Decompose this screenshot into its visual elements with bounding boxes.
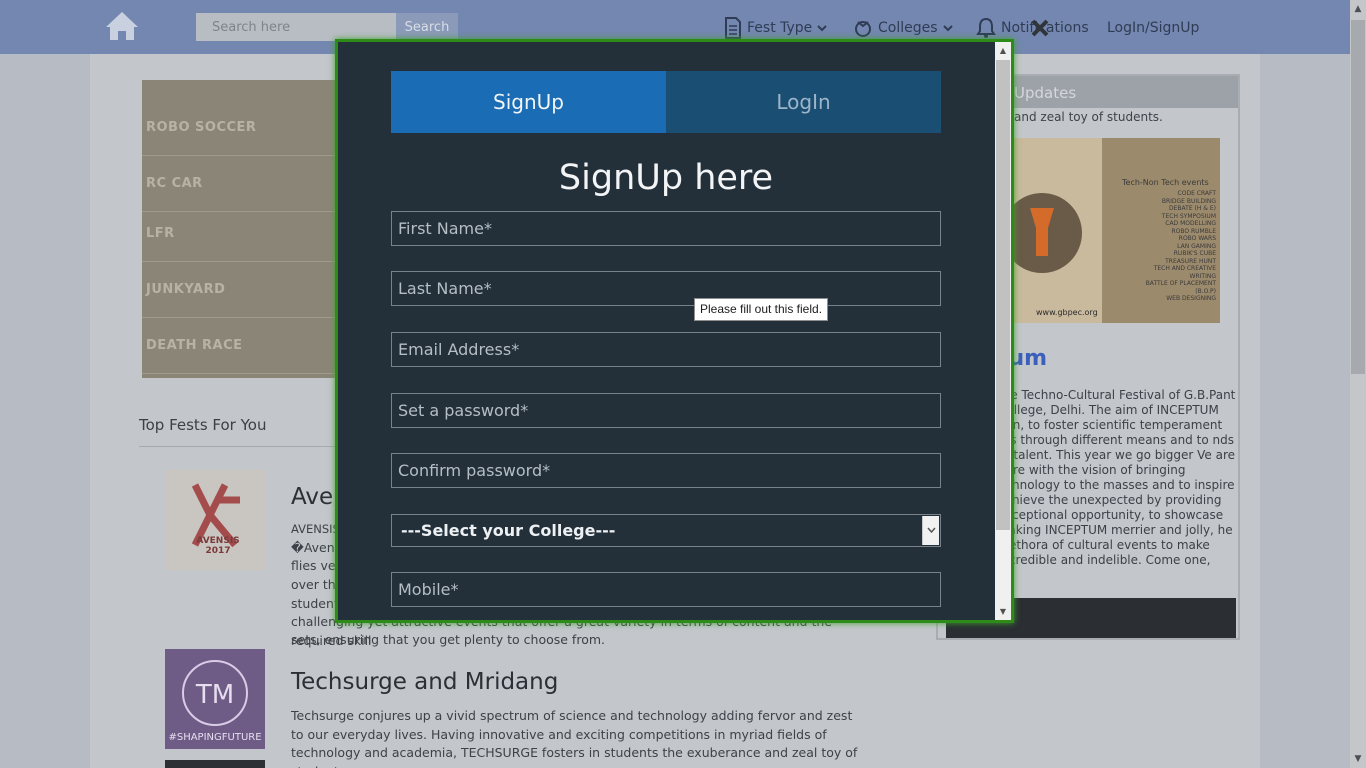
chevron-down-icon [817, 25, 828, 32]
page-scrollbar-thumb[interactable] [1351, 20, 1365, 374]
poster-event: CAD MODELLING [1165, 220, 1216, 227]
search-input[interactable] [196, 13, 396, 41]
first-name-field[interactable] [391, 211, 941, 246]
college-select[interactable]: ---Select your College--- [391, 514, 941, 547]
modal-scroll-down-icon[interactable]: ▼ [995, 603, 1011, 620]
nav-fest-type-label: Fest Type [747, 20, 813, 36]
email-field[interactable] [391, 332, 941, 367]
tab-signup[interactable]: SignUp [391, 71, 666, 133]
confirm-password-field[interactable] [391, 453, 941, 488]
poster-event: TECH AND CREATIVE WRITING [1153, 265, 1216, 280]
validation-tooltip: Please fill out this field. [694, 298, 828, 321]
scroll-up-icon[interactable]: ▲ [1350, 0, 1366, 18]
poster-url: www.gbpec.org [1036, 308, 1098, 317]
poster-event: CODE CRAFT [1177, 190, 1216, 197]
fest-text-line: sets, ensuring that you get plenty to ch… [291, 632, 605, 647]
fest-thumbnail-techsurge[interactable]: TM #SHAPINGFUTURE [165, 649, 265, 749]
poster-event: ROBO RUMBLE [1171, 227, 1216, 235]
bell-icon [976, 17, 996, 38]
nav-colleges[interactable]: Colleges [853, 16, 953, 40]
document-icon [725, 17, 741, 39]
divider [139, 446, 359, 447]
poster-event: ROBO WARS [1178, 235, 1216, 242]
slider-row: RC CAR [142, 156, 342, 212]
password-field[interactable] [391, 393, 941, 428]
home-icon[interactable] [104, 10, 140, 42]
nav-login-signup[interactable]: LogIn/SignUp [1107, 16, 1199, 40]
event-slider[interactable]: ROBO SOCCER RC CAR LFR JUNKYARD DEATH RA… [142, 80, 342, 378]
techsurge-thumb-text: #SHAPINGFUTURE [168, 732, 262, 743]
slider-row: JUNKYARD [142, 262, 342, 318]
fest-title[interactable]: Techsurge and Mridang [291, 669, 558, 695]
slider-row: LFR [142, 206, 342, 262]
last-name-field[interactable] [391, 271, 941, 306]
modal-scrollbar-thumb[interactable] [996, 60, 1010, 530]
chevron-down-icon [927, 527, 936, 534]
nav-login-signup-label: LogIn/SignUp [1107, 20, 1200, 36]
poster-event: RUBIK'S CUBE [1173, 250, 1216, 257]
fest-text-techsurge: Techsurge conjures up a vivid spectrum o… [291, 708, 858, 768]
chevron-down-icon [942, 25, 953, 32]
poster-heading: Tech-Non Tech events [1122, 178, 1209, 187]
poster-events: CODE CRAFT BRIDGE BUILDING DEBATE (H & E… [1126, 190, 1216, 303]
poster-event: BATTLE OF PLACEMENT (B.O.P) [1145, 280, 1216, 295]
inceptum-poster[interactable]: Tech-Non Tech events CODE CRAFT BRIDGE B… [1002, 138, 1220, 323]
form-title: SignUp here [558, 158, 774, 198]
poster-event: WEB DESIGNING [1166, 295, 1216, 302]
poster-event: LAN GAMING [1177, 242, 1216, 250]
select-dropdown-button[interactable] [922, 516, 939, 545]
modal-scroll-up-icon[interactable]: ▲ [995, 42, 1011, 59]
poster-event: TECH SYMPOSIUM [1161, 212, 1216, 220]
slider-row: ROBO SOCCER [142, 100, 342, 156]
slider-row: DEATH RACE [142, 318, 342, 374]
close-icon[interactable] [1030, 18, 1050, 38]
colleges-icon [855, 21, 871, 37]
tab-login[interactable]: LogIn [666, 71, 941, 133]
poster-event: BRIDGE BUILDING [1161, 197, 1216, 205]
scroll-down-icon[interactable]: ▼ [1350, 750, 1366, 768]
poster-event: DEBATE (H & E) [1168, 205, 1216, 212]
inceptum-description: the Techno-Cultural Festival of G.B.Pant… [998, 388, 1236, 567]
nav-fest-type[interactable]: Fest Type [724, 16, 828, 40]
fest-thumbnail[interactable] [165, 760, 265, 768]
updates-text: and zeal toy of students. [1014, 110, 1163, 124]
search-button[interactable]: Search [396, 13, 458, 41]
mobile-field[interactable] [391, 572, 941, 607]
poster-event: TREASURE HUNT [1165, 257, 1216, 265]
avensis-thumb-text: AVENSIS 2017 [196, 536, 240, 556]
fest-thumbnail-avensis[interactable]: AVENSIS 2017 [165, 470, 265, 570]
svg-text:TM: TM [195, 680, 234, 710]
nav-colleges-label: Colleges [878, 20, 938, 36]
top-fests-heading: Top Fests For You [139, 416, 267, 434]
